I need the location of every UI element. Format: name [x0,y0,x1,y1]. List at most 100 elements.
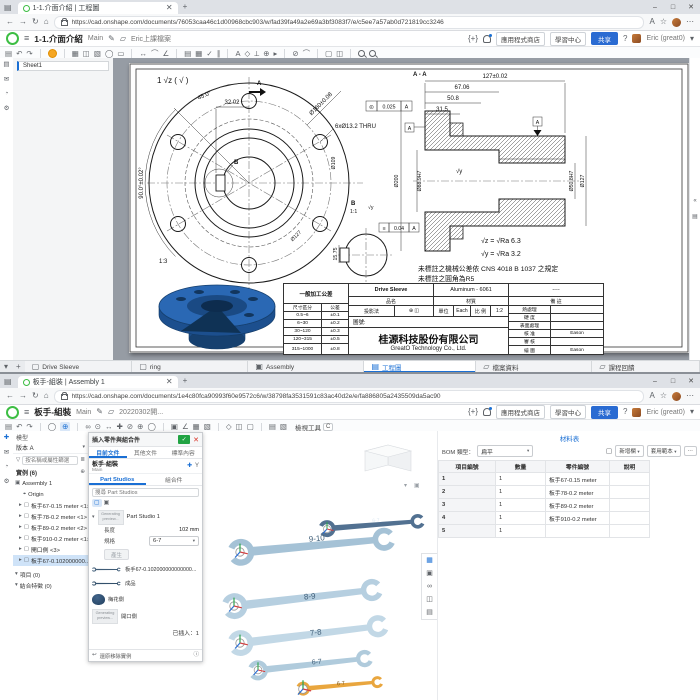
drawing-sheet[interactable]: 1 √z ( √ ) 45.0° 32.02 A Ø160±0.08 6xØ13… [129,63,689,355]
bom-row[interactable]: 4 1 板手910-0.2 meter [438,512,700,525]
settings-icon[interactable]: ⚙ [4,478,10,486]
main-menu-icon[interactable]: ≡ [24,407,29,417]
sheet-tab[interactable]: Sheet1 [17,61,109,71]
note-icon[interactable]: A [235,50,240,58]
new-tab-button[interactable]: + [183,3,188,11]
geotol-icon[interactable]: ⊕ [263,50,269,58]
spec-select[interactable]: 6-7 ▾ [149,536,199,546]
workspace-name[interactable]: Main [88,35,103,42]
browser-profile-avatar[interactable] [672,391,681,401]
configurations-icon[interactable]: ▣ [426,570,433,577]
folder-name[interactable]: Eric上課檔案 [131,34,171,44]
address-input[interactable]: https://cad.onshape.com/documents/1e4c80… [53,389,645,403]
undo-icon[interactable]: ↶ [16,50,22,58]
tree-filter-input[interactable] [22,456,79,465]
help-icon[interactable]: ? [623,408,627,416]
help-icon[interactable]: ? [623,34,627,43]
bom-row[interactable]: 5 1 [438,525,700,538]
home-icon[interactable]: ⌂ [44,18,49,26]
workspace-name[interactable]: Main [76,409,91,416]
app-store-button[interactable]: 應用程式商店 [496,31,546,46]
expand-icon[interactable]: ▸ [19,535,22,542]
address-input[interactable]: https://cad.onshape.com/documents/76053c… [53,15,645,29]
select-icon[interactable]: ◯ [48,423,56,431]
tab-assemblies[interactable]: 組合件 [146,474,203,485]
weld-icon[interactable]: ▸ [274,50,278,58]
favorite-icon[interactable]: ☆ [660,392,667,400]
wrench-8-9[interactable] [219,575,385,621]
version-graph-icon[interactable]: Y [195,463,199,469]
comment-panel-icon[interactable]: ✉ [4,449,9,457]
version-selector[interactable]: 版本 A ▾ [13,442,88,454]
close-button[interactable]: ✕ [682,377,700,385]
collapse-icon[interactable]: ▾ [15,571,18,578]
dialog-search-input[interactable] [92,488,199,497]
tree-item[interactable]: ▸ ▢ 板手910-0.2 meter <1> [13,533,88,544]
maximize-button[interactable]: □ [664,378,682,385]
reader-icon[interactable]: A [649,18,654,26]
wrench-6-7[interactable] [246,647,375,682]
datum-icon[interactable]: ⟂ [254,50,259,58]
pattern-icon[interactable]: ▧ [204,423,211,431]
wrench-9-10[interactable] [225,524,397,568]
redo-icon[interactable]: ↷ [26,423,32,431]
display-states-icon[interactable]: ▢ [247,423,254,431]
user-caret-icon[interactable]: ▾ [690,408,694,416]
browser-tab[interactable]: 1-1.介面介紹 | 工程圖 ✕ [17,2,178,14]
minimize-button[interactable]: – [646,378,664,385]
slider-mate-icon[interactable]: ↔ [105,423,113,431]
named-views-icon[interactable]: ▤ [269,423,276,431]
refresh-icon[interactable]: ↻ [32,392,39,400]
replicate-icon[interactable]: ▦ [193,423,200,431]
onshape-logo[interactable] [6,32,19,45]
dialog-part-row[interactable]: Generating preview... 開口側 [92,608,199,624]
export-bom-icon[interactable]: ▢ [606,448,613,455]
dialog-accept-button[interactable]: ✓ [178,435,191,444]
generate-button[interactable]: 產生 [104,549,130,560]
bom-header[interactable]: 說明 [610,460,650,473]
minimize-button[interactable]: – [646,4,664,11]
cylindrical-mate-icon[interactable]: ⊘ [127,423,133,431]
relation-icon[interactable]: ∠ [182,423,189,431]
dialog-part-row[interactable]: 梅花側 [92,590,199,608]
history-icon[interactable]: ◔ [5,90,9,98]
back-icon[interactable]: ← [6,18,14,26]
drawing-canvas[interactable]: 1 √z ( √ ) 45.0° 32.02 A Ø160±0.08 6xØ13… [113,58,690,360]
filter-configs-icon[interactable]: ▣ [104,500,110,506]
insert-dialog-header[interactable]: 插入零件與組合件 ✓ ✕ [89,433,202,447]
line-icon[interactable]: ⊘ [292,50,298,58]
tree-item[interactable]: ▸ ▢ 板手67-0.15 meter <1> [13,500,88,511]
viewcube-caret-icon[interactable]: ▾ [404,483,407,489]
collapse-panel-icon[interactable]: « [693,198,696,204]
planar-mate-icon[interactable]: ✚ [117,423,123,431]
user-avatar[interactable] [632,34,642,43]
restore-label[interactable]: 還原移除實例 [100,652,191,660]
fastened-mate-icon[interactable]: ∞ [85,423,90,431]
bom-table-icon[interactable]: ▦ [195,50,202,58]
back-icon[interactable]: ← [6,392,14,400]
section-view-icon[interactable]: ▧ [94,50,101,58]
tab-other-docs[interactable]: 其他文件 [127,447,165,458]
tab-actions-icon[interactable]: ▤ [4,378,12,386]
tab-actions-icon[interactable]: ▤ [4,4,12,12]
tree-group-items[interactable]: ▾ 項目 (0) [13,569,88,580]
share-button[interactable]: 共享 [591,405,619,419]
browser-more-icon[interactable]: ⋯ [686,18,694,26]
callout-check-icon[interactable]: ✓ [206,50,212,58]
bom-header[interactable]: 數量 [496,460,546,473]
tab-current-doc[interactable]: 目前文件 [89,447,127,458]
sheets-panel-icon[interactable]: ▤ [3,61,9,69]
dialog-cancel-button[interactable]: ✕ [193,436,199,444]
angle-dim-icon[interactable]: ∠ [162,50,169,58]
collapse-icon[interactable]: ▾ [15,582,18,589]
wrench-small[interactable] [317,512,426,539]
user-caret-icon[interactable]: ▾ [690,34,694,43]
api-icon[interactable]: {+} [468,408,478,416]
tree-item[interactable]: ▸ ▢ 板手78-0.2 meter <1> [13,511,88,522]
browser-more-icon[interactable]: ⋯ [686,392,694,400]
bom-header[interactable]: 零件編號 [546,460,610,473]
maximize-button[interactable]: □ [664,4,682,11]
filter-parts-icon[interactable]: ▢ [92,499,102,507]
mates-panel-icon[interactable]: ∞ [427,583,432,590]
display-panel-icon[interactable]: ◫ [426,596,433,603]
